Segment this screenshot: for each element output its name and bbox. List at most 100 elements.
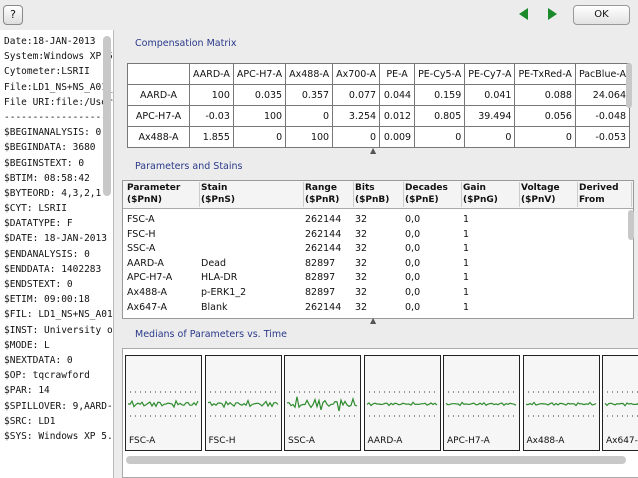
median-thumbnail[interactable]: AARD-A — [363, 355, 441, 451]
column-header[interactable]: Stain ($PnS) — [199, 182, 304, 207]
matrix-cell[interactable]: 0.357 — [285, 84, 334, 106]
keyword-line: File URI:file:/Users/tim — [4, 96, 113, 108]
matrix-cell[interactable]: 0 — [285, 105, 334, 127]
keyword-line: $DATATYPE: F — [4, 218, 73, 230]
matrix-cell[interactable]: 0.088 — [514, 84, 576, 106]
parameter-row[interactable]: FSC-H 262144 32 0,0 1 — [123, 228, 623, 242]
matrix-cell[interactable]: 0.077 — [332, 84, 381, 106]
parameter-row[interactable]: SSC-A 262144 32 0,0 1 — [123, 242, 623, 256]
median-thumbnail[interactable]: FSC-H — [204, 355, 282, 451]
matrix-cell[interactable]: 0 — [332, 126, 381, 148]
parameter-row[interactable]: FSC-A 262144 32 0,0 1 — [123, 213, 623, 227]
compensation-scrollbar[interactable] — [626, 63, 632, 108]
parameter-cell: AARD-A — [127, 257, 164, 269]
matrix-cell[interactable]: 0.044 — [379, 84, 416, 106]
thumbnail-label: Ax488-A — [526, 436, 565, 446]
parameter-cell: Blank — [201, 301, 228, 313]
matrix-cell[interactable]: 39.494 — [464, 105, 516, 127]
matrix-cell[interactable]: -0.03 — [189, 105, 234, 127]
matrix-cell[interactable]: 0.805 — [414, 105, 466, 127]
column-header[interactable]: Parameter ($PnN) — [125, 182, 200, 207]
matrix-cell[interactable]: 0.012 — [379, 105, 416, 127]
matrix-cell[interactable]: 24.064 — [574, 84, 631, 106]
parameter-row[interactable]: Ax647-A Blank 262144 32 0,0 1 — [123, 301, 623, 315]
median-thumbnail[interactable]: APC-H7-A — [443, 355, 520, 451]
matrix-cell[interactable]: 0.035 — [232, 84, 287, 106]
parameter-cell: 0,0 — [405, 228, 421, 240]
matrix-cell[interactable]: 0.159 — [414, 84, 466, 106]
ok-button[interactable]: OK — [573, 5, 630, 25]
median-trace — [445, 401, 517, 407]
parameters-scrollbar[interactable] — [628, 210, 634, 240]
keyword-line: $BTIM: 08:58:42 — [4, 172, 90, 184]
previous-arrow-icon[interactable] — [519, 8, 528, 20]
parameters-table: Parameter ($PnN) Stain ($PnS) Range ($PnR) Bit… — [122, 180, 634, 319]
parameter-cell: APC-H7-A — [127, 272, 173, 284]
matrix-cell[interactable]: 0 — [414, 126, 466, 148]
parameter-row[interactable]: APC-H7-A HLA-DR 82897 32 0,0 1 — [123, 271, 623, 285]
parameter-cell: FSC-H — [127, 228, 156, 240]
matrix-cell[interactable]: 1.855 — [189, 126, 234, 148]
keyword-line: $NEXTDATA: 0 — [4, 354, 73, 366]
parameter-cell: 82897 — [305, 257, 336, 269]
parameters-header: Parameter ($PnN) Stain ($PnS) Range ($PnR) Bit… — [123, 181, 633, 209]
column-header-title: Voltage — [521, 183, 560, 193]
column-header[interactable]: Range ($PnR) — [303, 182, 354, 207]
parameter-cell: 32 — [355, 243, 368, 255]
matrix-cell[interactable]: -0.053 — [574, 126, 631, 148]
matrix-column-header: AARD-A — [189, 63, 234, 85]
matrix-cell[interactable]: 100 — [232, 105, 287, 127]
matrix-cell[interactable]: -0.048 — [574, 105, 631, 127]
parameter-row[interactable]: Ax488-A p-ERK1_2 82897 32 0,0 1 — [123, 286, 623, 300]
matrix-cell[interactable]: 0.056 — [514, 105, 576, 127]
parameter-cell: 82897 — [305, 287, 336, 298]
median-trace — [525, 401, 596, 407]
matrix-cell[interactable]: 3.254 — [332, 105, 381, 127]
keyword-list[interactable]: Date:18-JAN-2013 System:Windows XP 5. Cyto… — [0, 30, 114, 478]
column-header-title: Gain — [463, 183, 486, 193]
parameter-cell: 0,0 — [405, 287, 421, 298]
matrix-cell[interactable]: 0 — [232, 126, 287, 148]
keyword-line: $PAR: 14 — [4, 385, 50, 397]
column-header[interactable]: Decades ($PnE) — [403, 182, 462, 207]
splitter-handle[interactable]: ▲ — [370, 146, 376, 155]
median-thumbnail[interactable]: FSC-A — [125, 355, 202, 451]
thumbnail-label: FSC-H — [208, 436, 236, 446]
matrix-cell[interactable]: 100 — [285, 126, 334, 148]
parameter-cell: 1 — [463, 257, 470, 269]
matrix-column-header: PacBlue-A — [574, 63, 631, 85]
median-trace — [286, 396, 358, 412]
column-header-title: Bits — [355, 183, 375, 193]
parameter-cell: 1 — [463, 301, 470, 313]
parameter-cell: p-ERK1_2 — [201, 287, 247, 298]
column-header[interactable]: Gain ($PnG) — [461, 182, 520, 207]
column-header[interactable]: Bits ($PnB) — [353, 182, 404, 207]
matrix-cell[interactable]: 0 — [464, 126, 516, 148]
parameter-cell: 0,0 — [405, 272, 421, 284]
median-thumbnail[interactable]: Ax488-A — [522, 355, 600, 451]
parameters-panel: Parameters and Stains Parameter ($PnN) Sta… — [118, 156, 638, 319]
matrix-column-header: PE-Cy5-A — [414, 63, 466, 85]
help-button[interactable]: ? — [3, 5, 23, 25]
matrix-column-header: PE-TxRed-A — [514, 63, 576, 85]
column-header-title: Stain — [201, 183, 228, 193]
thumbnail-label: AARD-A — [367, 436, 403, 446]
matrix-cell[interactable]: 0.041 — [464, 84, 516, 106]
column-header[interactable]: Voltage ($PnV) — [519, 182, 578, 207]
parameter-cell: 32 — [355, 214, 368, 225]
next-arrow-icon[interactable] — [548, 8, 557, 20]
column-header-keyword: ($PnS) — [201, 195, 235, 205]
matrix-cell[interactable]: 0 — [514, 126, 576, 148]
parameter-cell: 1 — [463, 287, 470, 298]
parameter-cell: 262144 — [305, 214, 342, 225]
median-thumbnail[interactable]: SSC-A — [284, 355, 361, 451]
keyword-list-scrollbar[interactable] — [103, 36, 111, 196]
help-icon: ? — [10, 8, 16, 21]
parameter-row[interactable]: AARD-A Dead 82897 32 0,0 1 — [123, 257, 623, 271]
column-header[interactable]: Derived From — [577, 182, 632, 207]
matrix-cell[interactable]: 0.009 — [379, 126, 416, 148]
median-thumbnail[interactable]: Ax647- — [602, 355, 638, 451]
median-trace — [207, 398, 278, 409]
matrix-cell[interactable]: 100 — [189, 84, 234, 106]
medians-scrollbar[interactable] — [126, 456, 626, 464]
